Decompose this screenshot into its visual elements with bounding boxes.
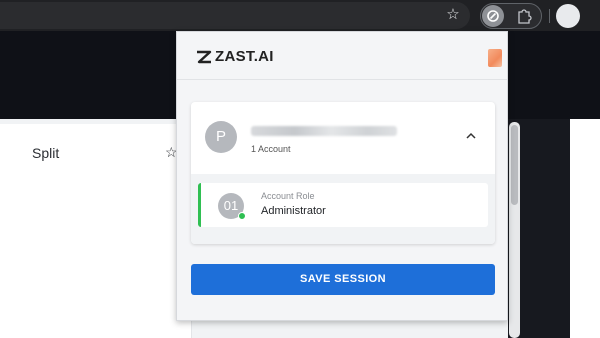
popup-header: ZAST.AI — [177, 32, 507, 80]
page-edge — [570, 119, 600, 338]
bookmark-star-icon[interactable]: ☆ — [445, 7, 461, 23]
zast-logo: ZAST.AI — [195, 48, 274, 65]
puzzle-icon[interactable] — [514, 6, 534, 26]
user-avatar[interactable] — [488, 49, 502, 67]
role-value: Administrator — [261, 205, 326, 217]
account-name-redacted — [251, 126, 397, 136]
active-status-dot — [238, 212, 246, 220]
zast-extension-icon[interactable] — [482, 5, 504, 27]
zast-extension-popup: ZAST.AI P 1 Account 01 Account Role Admi… — [176, 31, 508, 321]
profile-avatar[interactable] — [556, 4, 580, 28]
role-list-item[interactable]: 01 Account Role Administrator — [198, 183, 488, 227]
account-card: P 1 Account 01 Account Role Administrato… — [191, 102, 495, 244]
split-label: Split — [32, 145, 60, 161]
account-avatar: P — [205, 121, 237, 153]
chevron-up-icon[interactable] — [465, 130, 477, 142]
account-header[interactable]: P 1 Account — [191, 102, 495, 174]
zast-logo-icon — [197, 50, 212, 63]
role-label: Account Role — [261, 191, 315, 201]
role-section: 01 Account Role Administrator — [191, 174, 495, 244]
save-session-button[interactable]: SAVE SESSION — [191, 264, 495, 295]
browser-toolbar: ☆ — [0, 0, 600, 31]
zast-glyph-icon — [487, 10, 499, 22]
address-bar[interactable] — [0, 2, 470, 29]
toolbar-divider — [549, 9, 550, 23]
popup-scrollbar-thumb[interactable] — [511, 125, 518, 205]
account-count: 1 Account — [251, 144, 291, 154]
page-side-card — [0, 124, 192, 338]
logo-text: ZAST.AI — [215, 48, 274, 65]
